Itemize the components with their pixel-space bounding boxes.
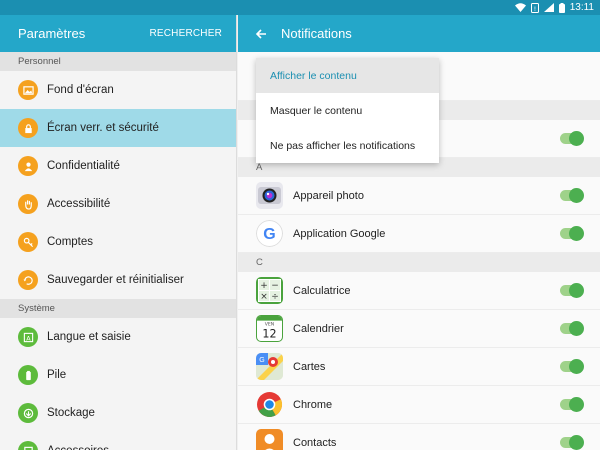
content-display-menu: Afficher le contenu Masquer le contenu Ne … bbox=[256, 58, 439, 163]
app-name: Contacts bbox=[293, 436, 337, 449]
sidebar-item-label: Langue et saisie bbox=[47, 331, 131, 343]
sidebar-item-3[interactable]: Accessibilité bbox=[0, 185, 236, 223]
key-icon bbox=[18, 232, 38, 252]
sidebar-item-2[interactable]: Stockage bbox=[0, 394, 236, 432]
google-icon: G bbox=[256, 220, 293, 247]
menu-option[interactable]: Afficher le contenu bbox=[256, 58, 439, 93]
back-arrow-icon[interactable] bbox=[255, 27, 269, 41]
maps-icon: G bbox=[256, 353, 293, 380]
sidebar-item-label: Accessoires bbox=[47, 445, 109, 450]
battery-icon bbox=[18, 365, 38, 385]
no-sim-icon: ! bbox=[530, 2, 539, 13]
camera-icon bbox=[256, 182, 293, 209]
sidebar-item-3[interactable]: Accessoires bbox=[0, 432, 236, 450]
section-header: Système bbox=[0, 299, 236, 318]
app-name: Calculatrice bbox=[293, 284, 351, 297]
sidebar-item-0[interactable]: Fond d'écran bbox=[0, 71, 236, 109]
app-name: Calendrier bbox=[293, 322, 344, 335]
chrome-icon bbox=[256, 391, 293, 418]
search-button[interactable]: RECHERCHER bbox=[149, 28, 222, 39]
sidebar-item-label: Confidentialité bbox=[47, 160, 120, 172]
sidebar-item-label: Comptes bbox=[47, 236, 94, 248]
notification-toggle[interactable] bbox=[560, 188, 584, 203]
wifi-icon bbox=[514, 3, 526, 12]
notification-toggle[interactable] bbox=[560, 283, 584, 298]
app-row[interactable]: Appareil photo bbox=[238, 177, 600, 215]
wallpaper-icon bbox=[18, 80, 38, 100]
app-row[interactable]: G Cartes bbox=[238, 348, 600, 386]
menu-option[interactable]: Ne pas afficher les notifications bbox=[256, 128, 439, 163]
app-row[interactable]: + − × ÷ Calculatrice bbox=[238, 272, 600, 310]
sidebar-item-label: Sauvegarder et réinitialiser bbox=[47, 274, 184, 286]
svg-text:G: G bbox=[259, 357, 264, 364]
svg-text:×: × bbox=[260, 292, 268, 302]
contacts-icon bbox=[256, 429, 293, 450]
lock-icon bbox=[18, 118, 38, 138]
svg-text:A: A bbox=[26, 334, 31, 342]
notification-toggle[interactable] bbox=[560, 397, 584, 412]
notification-toggle[interactable] bbox=[560, 321, 584, 336]
accessories-icon bbox=[18, 441, 38, 450]
calendar-icon: VEN 12 bbox=[256, 315, 293, 342]
section-letter: C bbox=[238, 253, 600, 272]
sidebar-item-label: Accessibilité bbox=[47, 198, 111, 210]
page-title: Notifications bbox=[281, 26, 352, 41]
svg-text:!: ! bbox=[534, 6, 536, 13]
notification-toggle[interactable] bbox=[560, 435, 584, 450]
settings-title: Paramètres bbox=[18, 26, 86, 41]
sidebar-item-label: Écran verr. et sécurité bbox=[47, 122, 159, 134]
notification-toggle[interactable] bbox=[560, 359, 584, 374]
notifications-header: Notifications bbox=[238, 15, 600, 52]
backup-icon bbox=[18, 270, 38, 290]
sidebar-item-label: Fond d'écran bbox=[47, 84, 114, 96]
calendar-day: 12 bbox=[262, 327, 276, 340]
hand-icon bbox=[18, 194, 38, 214]
signal-icon bbox=[543, 3, 554, 12]
sidebar-item-4[interactable]: Comptes bbox=[0, 223, 236, 261]
app-row[interactable]: Chrome bbox=[238, 386, 600, 424]
battery-status-icon bbox=[558, 2, 565, 13]
privacy-icon bbox=[18, 156, 38, 176]
storage-icon bbox=[18, 403, 38, 423]
settings-panel: Paramètres RECHERCHER Personnel Fond d'éc… bbox=[0, 15, 237, 450]
svg-text:G: G bbox=[263, 226, 275, 243]
notification-toggle[interactable] bbox=[560, 226, 584, 241]
settings-list: Personnel Fond d'écran Écran verr. et sécu… bbox=[0, 52, 236, 450]
svg-text:−: − bbox=[271, 281, 279, 291]
app-name: Appareil photo bbox=[293, 189, 364, 202]
app-list: A Appareil photo G Application Google C + − × ÷ C… bbox=[238, 158, 600, 450]
app-row[interactable]: VEN 12 Calendrier bbox=[238, 310, 600, 348]
settings-header: Paramètres RECHERCHER bbox=[0, 15, 236, 52]
sidebar-item-5[interactable]: Sauvegarder et réinitialiser bbox=[0, 261, 236, 299]
language-icon: A bbox=[18, 327, 38, 347]
all-apps-toggle[interactable] bbox=[560, 131, 584, 146]
app-name: Chrome bbox=[293, 398, 333, 411]
sidebar-item-0[interactable]: A Langue et saisie bbox=[0, 318, 236, 356]
section-header: Personnel bbox=[0, 52, 236, 71]
clock: 13:11 bbox=[569, 2, 594, 13]
sidebar-item-1[interactable]: Pile bbox=[0, 356, 236, 394]
app-row[interactable]: Contacts bbox=[238, 424, 600, 450]
calculator-icon: + − × ÷ bbox=[256, 277, 293, 304]
app-name: Application Google bbox=[293, 227, 386, 240]
menu-option[interactable]: Masquer le contenu bbox=[256, 93, 439, 128]
sidebar-item-label: Stockage bbox=[47, 407, 95, 419]
sidebar-item-2[interactable]: Confidentialité bbox=[0, 147, 236, 185]
calendar-weekday: VEN bbox=[265, 321, 275, 327]
app-row[interactable]: G Application Google bbox=[238, 215, 600, 253]
svg-text:÷: ÷ bbox=[271, 292, 279, 302]
sidebar-item-1[interactable]: Écran verr. et sécurité bbox=[0, 109, 236, 147]
svg-text:+: + bbox=[260, 281, 268, 291]
app-name: Cartes bbox=[293, 360, 326, 373]
sidebar-item-label: Pile bbox=[47, 369, 67, 381]
status-bar: ! 13:11 bbox=[0, 0, 600, 15]
